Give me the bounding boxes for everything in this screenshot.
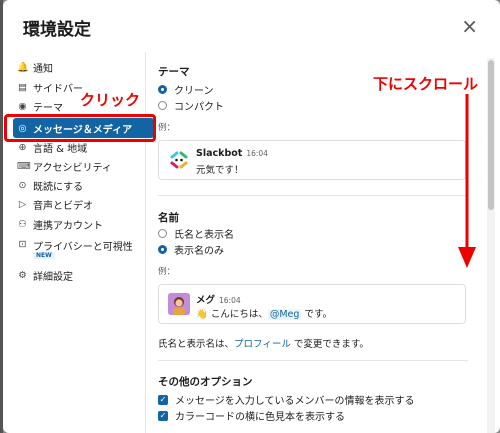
radio-button[interactable] xyxy=(158,85,167,94)
sidebar-item-label: 言語 & 地域 xyxy=(33,144,88,155)
scroll-down-arrow-icon xyxy=(458,94,476,268)
radio-label: 表示名のみ xyxy=(174,246,224,257)
message-text: です。 xyxy=(301,309,333,320)
theme-option-compact[interactable]: コンパクト xyxy=(158,98,224,113)
preview-message: 元気です！ xyxy=(196,165,244,176)
globe-icon: ⊕ xyxy=(18,142,27,153)
example-label: 例： xyxy=(158,267,176,277)
scroll-annotation: 下にスクロール xyxy=(373,75,479,93)
sidebar-item-advanced[interactable]: ⚙ 詳細設定 xyxy=(3,266,145,285)
message-time: 16:04 xyxy=(246,149,268,158)
section-divider xyxy=(158,195,468,196)
profile-note: 氏名と表示名は、プロフィール で変更できます。 xyxy=(158,336,369,350)
sender-name: メグ xyxy=(196,295,216,306)
lock-icon: ⊡ xyxy=(18,239,27,250)
checkbox-label: カラーコードの横に色見本を表示する xyxy=(175,412,345,423)
message-time: 16:04 xyxy=(219,296,241,305)
option-color-swatch[interactable]: ✓ カラーコードの横に色見本を表示する xyxy=(158,408,345,423)
click-annotation: クリック xyxy=(80,91,141,109)
other-options-title: その他のオプション xyxy=(158,376,253,388)
section-divider xyxy=(158,360,468,361)
sidebar-item-mark-as-read[interactable]: ⊙ 既読にする xyxy=(3,176,145,195)
theme-section-title: テーマ xyxy=(158,66,190,78)
sidebar-icon: ▤ xyxy=(18,82,27,93)
sidebar-divider xyxy=(145,52,146,433)
message-icon: ◎ xyxy=(18,122,27,134)
radio-button[interactable] xyxy=(158,101,167,110)
preview-message: 👋 こんにちは、 @Meg です。 xyxy=(196,306,332,320)
name-option-display-only[interactable]: 表示名のみ xyxy=(158,242,224,257)
message-text: 👋 こんにちは、 xyxy=(196,309,268,320)
sidebar-item-accessibility[interactable]: ⌨ アクセシビリティ xyxy=(3,157,145,176)
user-mention[interactable]: @Meg xyxy=(267,309,302,320)
scrollbar-thumb[interactable] xyxy=(488,60,494,210)
keyboard-icon: ⌨ xyxy=(17,161,31,172)
close-icon[interactable]: × xyxy=(461,14,478,38)
sidebar-item-label: 詳細設定 xyxy=(33,272,73,283)
new-badge: NEW xyxy=(33,252,55,259)
checkbox-checked[interactable]: ✓ xyxy=(158,394,168,405)
sidebar-item-notifications[interactable]: 🔔 通知 xyxy=(3,58,145,77)
checkbox-label: メッセージを入力しているメンバーの情報を表示する xyxy=(175,396,415,407)
radio-button[interactable] xyxy=(158,229,167,238)
sidebar-item-label: サイドバー xyxy=(33,84,83,95)
eye-icon: ◉ xyxy=(18,101,27,112)
link-icon: ⚇ xyxy=(18,219,27,230)
theme-preview: Slackbot 16:04 元気です！ xyxy=(158,140,466,180)
preview-sender: Slackbot 16:04 xyxy=(196,148,268,159)
sidebar-item-audio-video[interactable]: ▷ 音声とビデオ xyxy=(3,195,145,214)
profile-link[interactable]: プロフィール xyxy=(234,339,291,350)
dialog-title: 環境設定 xyxy=(23,20,91,40)
sidebar-item-label: メッセージ＆メディア xyxy=(33,124,133,136)
user-avatar xyxy=(168,293,190,315)
radio-label: コンパクト xyxy=(174,102,224,113)
gear-icon: ⚙ xyxy=(18,270,27,281)
sidebar-item-label: プライバシーと可視性 xyxy=(33,242,133,253)
sidebar-item-privacy[interactable]: ⊡ プライバシーと可視性 NEW xyxy=(3,235,145,263)
preview-sender: メグ 16:04 xyxy=(196,292,241,306)
note-text: で変更できます。 xyxy=(290,339,369,350)
bell-icon: 🔔 xyxy=(17,62,29,73)
sender-name: Slackbot xyxy=(196,148,243,159)
sidebar-item-language-region[interactable]: ⊕ 言語 & 地域 xyxy=(3,138,145,157)
sidebar-item-label: テーマ xyxy=(33,103,63,114)
sidebar-item-label: 音声とビデオ xyxy=(33,201,93,212)
slackbot-avatar xyxy=(168,149,190,171)
theme-option-clean[interactable]: クリーン xyxy=(158,82,214,97)
radio-label: クリーン xyxy=(174,86,214,97)
dialog-header: 環境設定 × xyxy=(3,0,500,52)
preferences-dialog: 環境設定 × 🔔 通知 ▤ サイドバー ◉ テーマ ◎ メッセージ＆メディア ⊕… xyxy=(3,0,500,433)
name-preview: メグ 16:04 👋 こんにちは、 @Meg です。 xyxy=(158,284,466,324)
sidebar-item-label: アクセシビリティ xyxy=(33,163,112,174)
sidebar-item-label: 通知 xyxy=(33,64,53,75)
radio-label: 氏名と表示名 xyxy=(174,230,234,241)
radio-button[interactable] xyxy=(158,245,167,254)
sidebar-item-messages-media[interactable]: ◎ メッセージ＆メディア xyxy=(13,118,154,138)
sidebar-item-label: 連携アカウント xyxy=(33,221,103,232)
sidebar-item-label: 既読にする xyxy=(33,182,84,193)
video-icon: ▷ xyxy=(18,199,27,210)
names-section-title: 名前 xyxy=(158,212,179,224)
example-label: 例： xyxy=(158,123,176,133)
name-option-full-and-display[interactable]: 氏名と表示名 xyxy=(158,226,234,241)
option-typing-indicator[interactable]: ✓ メッセージを入力しているメンバーの情報を表示する xyxy=(158,392,415,407)
check-circle-icon: ⊙ xyxy=(18,180,27,191)
note-text: 氏名と表示名は、 xyxy=(158,339,235,350)
checkbox-checked[interactable]: ✓ xyxy=(158,410,168,421)
sidebar-item-connected-accounts[interactable]: ⚇ 連携アカウント xyxy=(3,215,145,234)
